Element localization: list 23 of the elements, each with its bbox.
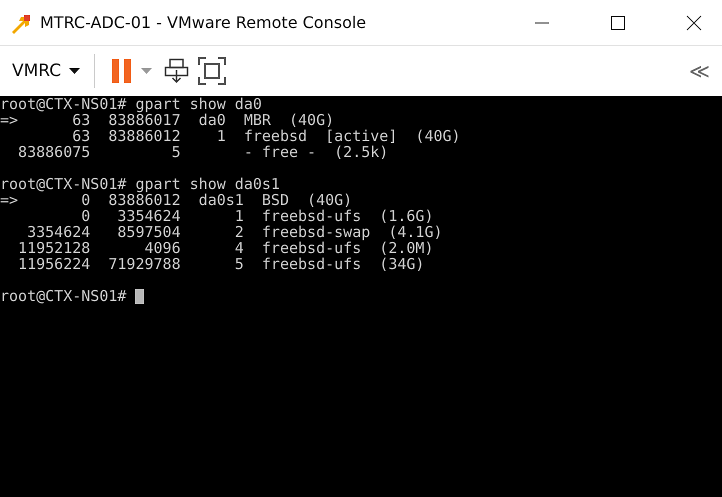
console-line: 3354624 8597504 2 freebsd-swap (4.1G) (26, 224, 444, 240)
close-icon[interactable] (686, 14, 702, 30)
console-line: 63 83886012 1 freebsd [active] (40G) (71, 128, 462, 144)
caret-icon (69, 68, 80, 74)
maximize-icon[interactable] (610, 14, 626, 30)
collapse-button[interactable]: ≪ (685, 58, 714, 84)
console-screen[interactable] (0, 96, 722, 497)
pause-icon[interactable] (111, 58, 134, 84)
console-line: root@CTX-NS01# gpart show da0 (0, 96, 263, 112)
console-line: => 0 83886012 da0s1 BSD (40G) (0, 192, 354, 208)
network-send-icon[interactable] (164, 58, 190, 84)
console-line: 11952128 4096 4 freebsd-ufs (2.0M) (17, 240, 434, 256)
console-line: => 63 83886017 da0 MBR (40G) (0, 112, 336, 128)
console-line: 11956224 71929788 5 freebsd-ufs (34G) (17, 256, 426, 272)
text-cursor (135, 288, 144, 304)
console-line: 83886075 5 - free - (2.5k) (17, 144, 390, 160)
vmrc-menu-button[interactable]: VMRC (6, 57, 86, 85)
console-line: root@CTX-NS01# gpart show da0s1 (0, 176, 281, 192)
console-prompt: root@CTX-NS01# (0, 288, 128, 304)
fullscreen-icon[interactable] (198, 57, 226, 85)
console-line: 0 3354624 1 freebsd-ufs (1.6G) (80, 208, 434, 224)
caret-icon[interactable] (141, 68, 152, 74)
window-title: MTRC-ADC-01 - VMware Remote Console (40, 13, 368, 32)
